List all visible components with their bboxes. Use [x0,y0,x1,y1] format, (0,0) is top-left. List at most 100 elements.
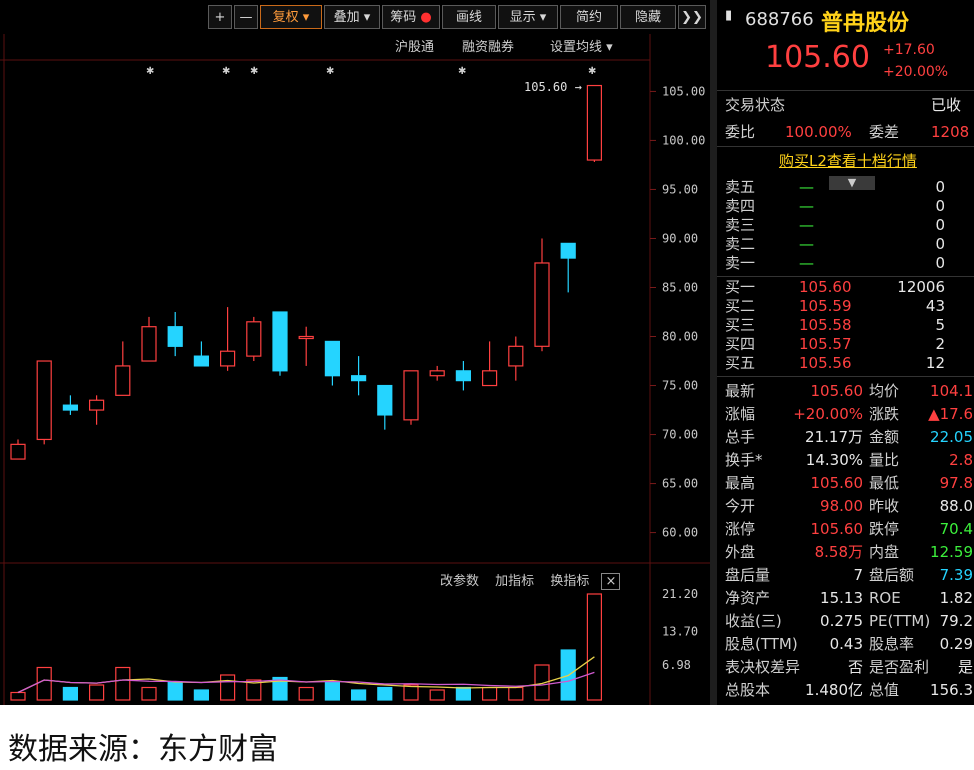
stat-value: 105.60 [810,474,864,492]
ask-level[interactable]: 卖三 — 0 [725,216,945,235]
candle-body [36,360,52,441]
level-volume: 12 [925,354,945,372]
switch-indicator-button[interactable]: 换指标 [550,574,589,589]
zoom-in-button[interactable]: + [208,5,232,29]
l2-upgrade-link[interactable]: 购买L2查看十档行情 [779,150,917,171]
volume-bar [508,686,524,701]
volume-bar [482,686,498,701]
weibi-value: 100.00% [785,123,852,141]
level-volume: 0 [935,197,945,215]
stat-value: 21.17万 [805,428,863,446]
notification-dot-icon: ● [420,10,432,25]
stat-label: 涨停 [725,520,756,538]
bid-level[interactable]: 买五 105.56 12 [725,354,945,373]
volume-bar [36,666,52,701]
close-icon[interactable]: × [601,573,621,590]
bid-level[interactable]: 买二 105.59 43 [725,297,945,316]
stat-row: 外盘 8.58万 内盘 12.59 [725,541,973,563]
candle-body [167,326,183,347]
volume-bar [455,686,471,701]
level-volume: 12006 [897,278,945,296]
candle-body [534,262,550,347]
display-button[interactable]: 显示 ▾ [498,5,558,29]
price-change-pct: +20.00% [883,64,949,80]
hsgt-link[interactable]: 沪股通 [395,38,434,58]
y-tick-label: 95.00 [662,182,698,196]
level-label: 买三 [725,316,756,334]
bid-level[interactable]: 买四 105.57 2 [725,335,945,354]
ask-level[interactable]: 卖二 — 0 [725,235,945,254]
margin-trading-link[interactable]: 融资融券 [462,38,514,58]
overlay-label: 叠加 [333,10,360,25]
edit-params-button[interactable]: 改参数 [440,574,479,589]
event-marker-icon: ✱ [250,66,258,77]
bid-level[interactable]: 买三 105.58 5 [725,316,945,335]
chevron-down-icon[interactable]: ▼ [829,176,875,190]
volume-bar [351,689,367,701]
stat-value: 1.480亿 [805,681,863,699]
level-label: 卖一 [725,254,756,272]
stat-value: 15.13 [820,589,863,607]
chips-button[interactable]: 筹码 ● [382,5,440,29]
stat-value: 70.4 [939,520,973,538]
ask-level[interactable]: 卖四 — 0 [725,197,945,216]
ask-level[interactable]: 卖一 — 0 [725,254,945,273]
zoom-out-button[interactable]: — [234,5,258,29]
level-label: 卖二 [725,235,756,253]
stat-label: 总手 [725,428,756,446]
stat-value: 0.275 [820,612,863,630]
more-icon[interactable]: ❯❯ [678,5,706,29]
level-price: — [799,235,814,253]
weibi-row: 委比 100.00% 委差 1208 [725,121,969,143]
stat-row: 总手 21.17万 金额 22.05 [725,426,973,448]
flag-icon: ▮ [725,8,733,23]
panel-splitter[interactable] [710,0,717,705]
stat-label: 收益(三) [725,612,782,630]
restore-rights-button[interactable]: 复权 ▾ [260,5,322,29]
candle-body [141,326,157,362]
event-marker-icon: ✱ [588,66,596,77]
draw-line-button[interactable]: 画线 [442,5,496,29]
level-price: — [799,216,814,234]
level-label: 卖五 [725,178,756,196]
candle-body [482,370,498,387]
level-price: — [799,178,814,196]
stat-label: 盘后量 [725,566,771,584]
level-volume: 0 [935,254,945,272]
volume-bar [10,691,26,701]
last-price-label: 105.60 [524,80,568,94]
candle-body [88,399,105,411]
level-price: 105.56 [799,354,852,372]
stat-value: 1.82 [939,589,973,607]
level-label: 买五 [725,354,756,372]
volume-tick-label: 21.20 [662,587,698,601]
ask-level[interactable]: 卖五 — 0 [725,178,945,197]
volume-tick-label: 6.98 [662,658,691,672]
source-caption: 数据来源：东方财富 [8,732,278,767]
volume-bar [62,686,79,701]
overlay-button[interactable]: 叠加 ▾ [324,5,380,29]
quote-panel: ▮ 688766 普冉股份 105.60 +17.60 +20.00% 交易状态… [717,0,974,705]
display-label: 显示 [509,10,536,25]
simple-button[interactable]: 简约 [560,5,618,29]
trading-app: ✱ ✱ ✱ ✱ ✱ ✱ 105.00 100.00 95.00 90.00 85.00 80.00 7… [0,0,974,705]
y-tick-label: 105.00 [662,84,705,98]
volume-bar [586,593,603,701]
weibi-label: 委比 [725,123,756,141]
y-tick-label: 80.00 [662,330,698,344]
stat-row: 涨停 105.60 跌停 70.4 [725,518,973,540]
add-indicator-button[interactable]: 加指标 [495,574,534,589]
bid-level[interactable]: 买一 105.60 12006 [725,278,945,297]
ma-settings-link[interactable]: 设置均线 ▾ [550,38,613,58]
level-volume: 0 [935,216,945,234]
stat-label: 最低 [869,474,900,492]
stat-label: 昨收 [869,497,900,515]
y-tick-label: 65.00 [662,477,698,491]
stat-value: 12.59 [930,543,973,561]
stat-row: 涨幅 +20.00% 涨跌 ▲17.6 [725,403,973,425]
volume-bar [403,684,419,701]
stat-value: 8.58万 [814,543,863,561]
kline-chart[interactable]: ✱ ✱ ✱ ✱ ✱ ✱ 105.00 100.00 95.00 90.00 85.00 80.00 7… [0,0,710,705]
stat-row: 最高 105.60 最低 97.8 [725,472,973,494]
hide-button[interactable]: 隐藏 [620,5,676,29]
